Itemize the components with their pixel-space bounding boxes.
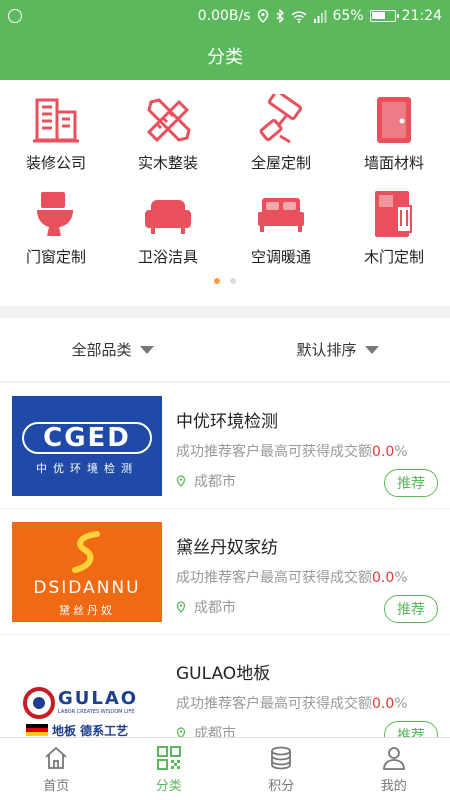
category-item-wood-door[interactable]: 木门定制	[338, 178, 450, 268]
tab-mine[interactable]: 我的	[338, 738, 450, 800]
wardrobe-icon	[375, 191, 412, 237]
tab-label: 积分	[268, 778, 295, 794]
city: 成都市	[194, 474, 236, 490]
location-pin-icon	[176, 727, 186, 737]
recommend-button[interactable]: 推荐	[384, 469, 438, 497]
ruler-pencil-icon	[146, 98, 191, 143]
filter-bar: 全部品类 默认排序	[0, 318, 450, 382]
merchant-name: GULAO地板	[176, 664, 271, 684]
toilet-icon	[37, 192, 73, 236]
commission-text: 成功推荐客户最高可获得成交额0.0%	[176, 696, 408, 712]
category-filter-label: 全部品类	[71, 341, 132, 359]
merchant-logo: DSIDANNU 黛丝丹奴	[12, 522, 162, 622]
logo-text: GULAO	[58, 688, 139, 709]
category-label: 卫浴洁具	[137, 248, 198, 266]
category-item-hvac[interactable]: 空调暖通	[225, 178, 337, 268]
bluetooth-icon	[276, 9, 284, 23]
category-label: 门窗定制	[25, 248, 86, 266]
door-icon	[377, 97, 411, 143]
page-dot	[230, 278, 236, 284]
category-item-wall[interactable]: 墙面材料	[338, 84, 450, 174]
grid-icon	[156, 745, 181, 770]
category-label: 木门定制	[363, 248, 424, 266]
logo-emblem-icon	[23, 687, 55, 719]
sort-filter[interactable]: 默认排序	[225, 318, 450, 381]
location: 成都市	[176, 723, 236, 737]
location-pin-icon	[176, 601, 186, 613]
logo-tagline: LABOR CREATES WISDOM LIFE	[58, 709, 135, 715]
building-icon	[33, 98, 79, 143]
bed-icon	[258, 198, 304, 232]
tab-label: 首页	[43, 778, 70, 794]
category-item-solid-wood[interactable]: 实木整装	[112, 84, 224, 174]
tab-points[interactable]: 积分	[225, 738, 338, 800]
bottom-tab-bar: 首页 分类 积分 我的	[0, 737, 450, 800]
commission-text: 成功推荐客户最高可获得成交额0.0%	[176, 570, 408, 586]
tab-label: 我的	[380, 778, 407, 794]
city: 成都市	[194, 726, 236, 737]
merchant-logo: CGED 中优环境检测	[12, 396, 162, 496]
battery-percent: 65%	[332, 8, 364, 24]
status-bar: 0.00B/s 65% 21:24	[0, 0, 450, 32]
location-icon	[257, 9, 268, 23]
tab-label: 分类	[155, 778, 182, 794]
merchant-list: CGED 中优环境检测 中优环境检测 成功推荐客户最高可获得成交额0.0% 成都…	[0, 383, 450, 737]
category-label: 装修公司	[25, 154, 86, 172]
sofa-icon	[145, 200, 191, 234]
location-pin-icon	[176, 475, 186, 487]
logo-subtext: 黛丝丹奴	[59, 604, 115, 617]
logo-text: DSIDANNU	[33, 578, 141, 598]
commission-text: 成功推荐客户最高可获得成交额0.0%	[176, 444, 408, 460]
wifi-icon	[290, 10, 307, 23]
location: 成都市	[176, 597, 236, 617]
category-item-windows[interactable]: 门窗定制	[0, 178, 112, 268]
category-label: 墙面材料	[363, 154, 424, 172]
city: 成都市	[194, 600, 236, 616]
tab-category[interactable]: 分类	[113, 738, 226, 800]
category-label: 空调暖通	[250, 248, 311, 266]
category-label: 实木整装	[137, 154, 198, 172]
home-icon	[45, 746, 67, 769]
category-item-renovation[interactable]: 装修公司	[0, 84, 112, 174]
page-title: 分类	[207, 47, 243, 68]
recommend-button[interactable]: 推荐	[384, 595, 438, 623]
dropdown-arrow-icon	[364, 345, 379, 354]
category-filter[interactable]: 全部品类	[0, 318, 225, 381]
merchant-name: 中优环境检测	[176, 412, 278, 432]
signal-icon	[313, 9, 327, 23]
list-item[interactable]: DSIDANNU 黛丝丹奴 黛丝丹奴家纺 成功推荐客户最高可获得成交额0.0% …	[0, 509, 450, 635]
category-item-whole-house[interactable]: 全屋定制	[225, 84, 337, 174]
page-indicator	[0, 278, 450, 284]
list-item[interactable]: GULAO LABOR CREATES WISDOM LIFE 地板 德系工艺 …	[0, 635, 450, 737]
sort-filter-label: 默认排序	[296, 341, 357, 359]
user-icon	[382, 746, 405, 770]
merchant-name: 黛丝丹奴家纺	[176, 538, 278, 558]
logo-subtext: 中优环境检测	[36, 462, 138, 475]
paint-roller-icon	[259, 94, 303, 144]
list-item[interactable]: CGED 中优环境检测 中优环境检测 成功推荐客户最高可获得成交额0.0% 成都…	[0, 383, 450, 509]
title-bar: 分类	[0, 32, 450, 80]
tab-home[interactable]: 首页	[0, 738, 113, 800]
dropdown-arrow-icon	[139, 345, 154, 354]
recommend-button[interactable]: 推荐	[384, 721, 438, 737]
category-item-bathroom[interactable]: 卫浴洁具	[112, 178, 224, 268]
page-dot-active	[214, 278, 220, 284]
category-grid: 装修公司 实木整装 全屋定制 墙面材料 门窗定制 卫浴洁具 空调暖通 木门定制	[0, 80, 450, 306]
logo-text: CGED	[43, 423, 131, 453]
network-speed: 0.00B/s	[197, 8, 251, 24]
coins-icon	[271, 746, 292, 769]
category-label: 全屋定制	[250, 154, 311, 172]
notification-icon	[8, 9, 22, 23]
battery-icon	[369, 10, 399, 22]
location: 成都市	[176, 471, 236, 491]
logo-swirl-icon	[72, 531, 100, 573]
germany-flag	[26, 724, 48, 736]
merchant-logo: GULAO LABOR CREATES WISDOM LIFE 地板 德系工艺	[12, 648, 162, 737]
logo-subtext: 地板 德系工艺	[52, 724, 129, 737]
clock: 21:24	[401, 8, 442, 24]
